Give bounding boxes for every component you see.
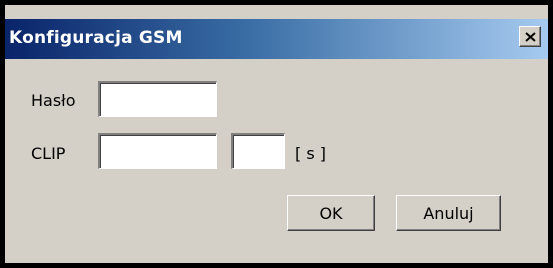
- clip-time-unit: [ s ]: [295, 144, 326, 163]
- close-button[interactable]: [519, 26, 541, 47]
- close-icon: [524, 31, 536, 42]
- clip-number-input[interactable]: [98, 133, 217, 169]
- haslo-label: Hasło: [31, 91, 76, 110]
- haslo-input[interactable]: [98, 81, 217, 117]
- cancel-button[interactable]: Anuluj: [396, 195, 501, 231]
- gsm-config-dialog: Konfiguracja GSM Hasło CLIP [ s ] OK Anu…: [5, 5, 548, 263]
- window-title: Konfiguracja GSM: [9, 28, 183, 48]
- clip-label: CLIP: [31, 144, 66, 163]
- ok-button[interactable]: OK: [287, 195, 375, 231]
- title-bar[interactable]: Konfiguracja GSM: [5, 19, 548, 59]
- clip-time-input[interactable]: [231, 133, 285, 169]
